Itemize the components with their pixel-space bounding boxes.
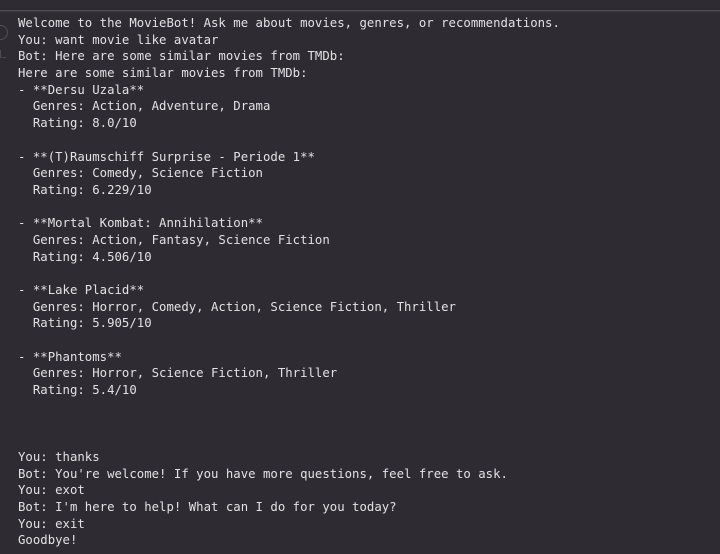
console-line: - **Mortal Kombat: Annihilation**	[18, 216, 263, 231]
left-edge-ghost-circle-icon	[0, 25, 8, 40]
console-line: You: exot	[18, 483, 85, 498]
terminal-window[interactable]: Welcome to the MovieBot! Ask me about mo…	[0, 0, 720, 554]
left-edge-ghost-mark-icon	[0, 50, 6, 58]
console-line: You: thanks	[18, 449, 100, 464]
console-line: You: exit	[18, 516, 85, 531]
console-line: Genres: Comedy, Science Fiction	[18, 166, 263, 181]
console-line: Goodbye!	[18, 533, 78, 548]
console-line: Welcome to the MovieBot! Ask me about mo…	[18, 16, 560, 30]
console-line: - **Dersu Uzala**	[18, 82, 145, 97]
console-line: Genres: Horror, Science Fiction, Thrille…	[18, 366, 338, 381]
console-line: Rating: 4.506/10	[18, 249, 152, 264]
console-output: Welcome to the MovieBot! Ask me about mo…	[18, 15, 720, 554]
console-line: Bot: Here are some similar movies from T…	[18, 49, 345, 64]
console-line: Bot: I'm here to help! What can I do for…	[18, 499, 397, 514]
window-top-divider	[0, 10, 720, 11]
console-line: Genres: Action, Adventure, Drama	[18, 99, 271, 114]
console-line: Rating: 5.4/10	[18, 383, 137, 398]
console-line: Genres: Action, Fantasy, Science Fiction	[18, 232, 330, 247]
console-line: Genres: Horror, Comedy, Action, Science …	[18, 299, 456, 314]
console-line: Rating: 8.0/10	[18, 116, 137, 131]
console-line: - **Phantoms**	[18, 349, 122, 364]
console-line: Rating: 6.229/10	[18, 182, 152, 197]
window-top-divider-shadow	[0, 11, 720, 12]
console-line: You: want movie like avatar	[18, 32, 219, 47]
console-line: - **Lake Placid**	[18, 283, 145, 297]
console-line: Here are some similar movies from TMDb:	[18, 66, 308, 81]
console-line: - **(T)Raumschiff Surprise - Periode 1**	[18, 149, 315, 164]
console-line: Rating: 5.905/10	[18, 316, 152, 331]
console-line: Bot: You're welcome! If you have more qu…	[18, 466, 508, 481]
